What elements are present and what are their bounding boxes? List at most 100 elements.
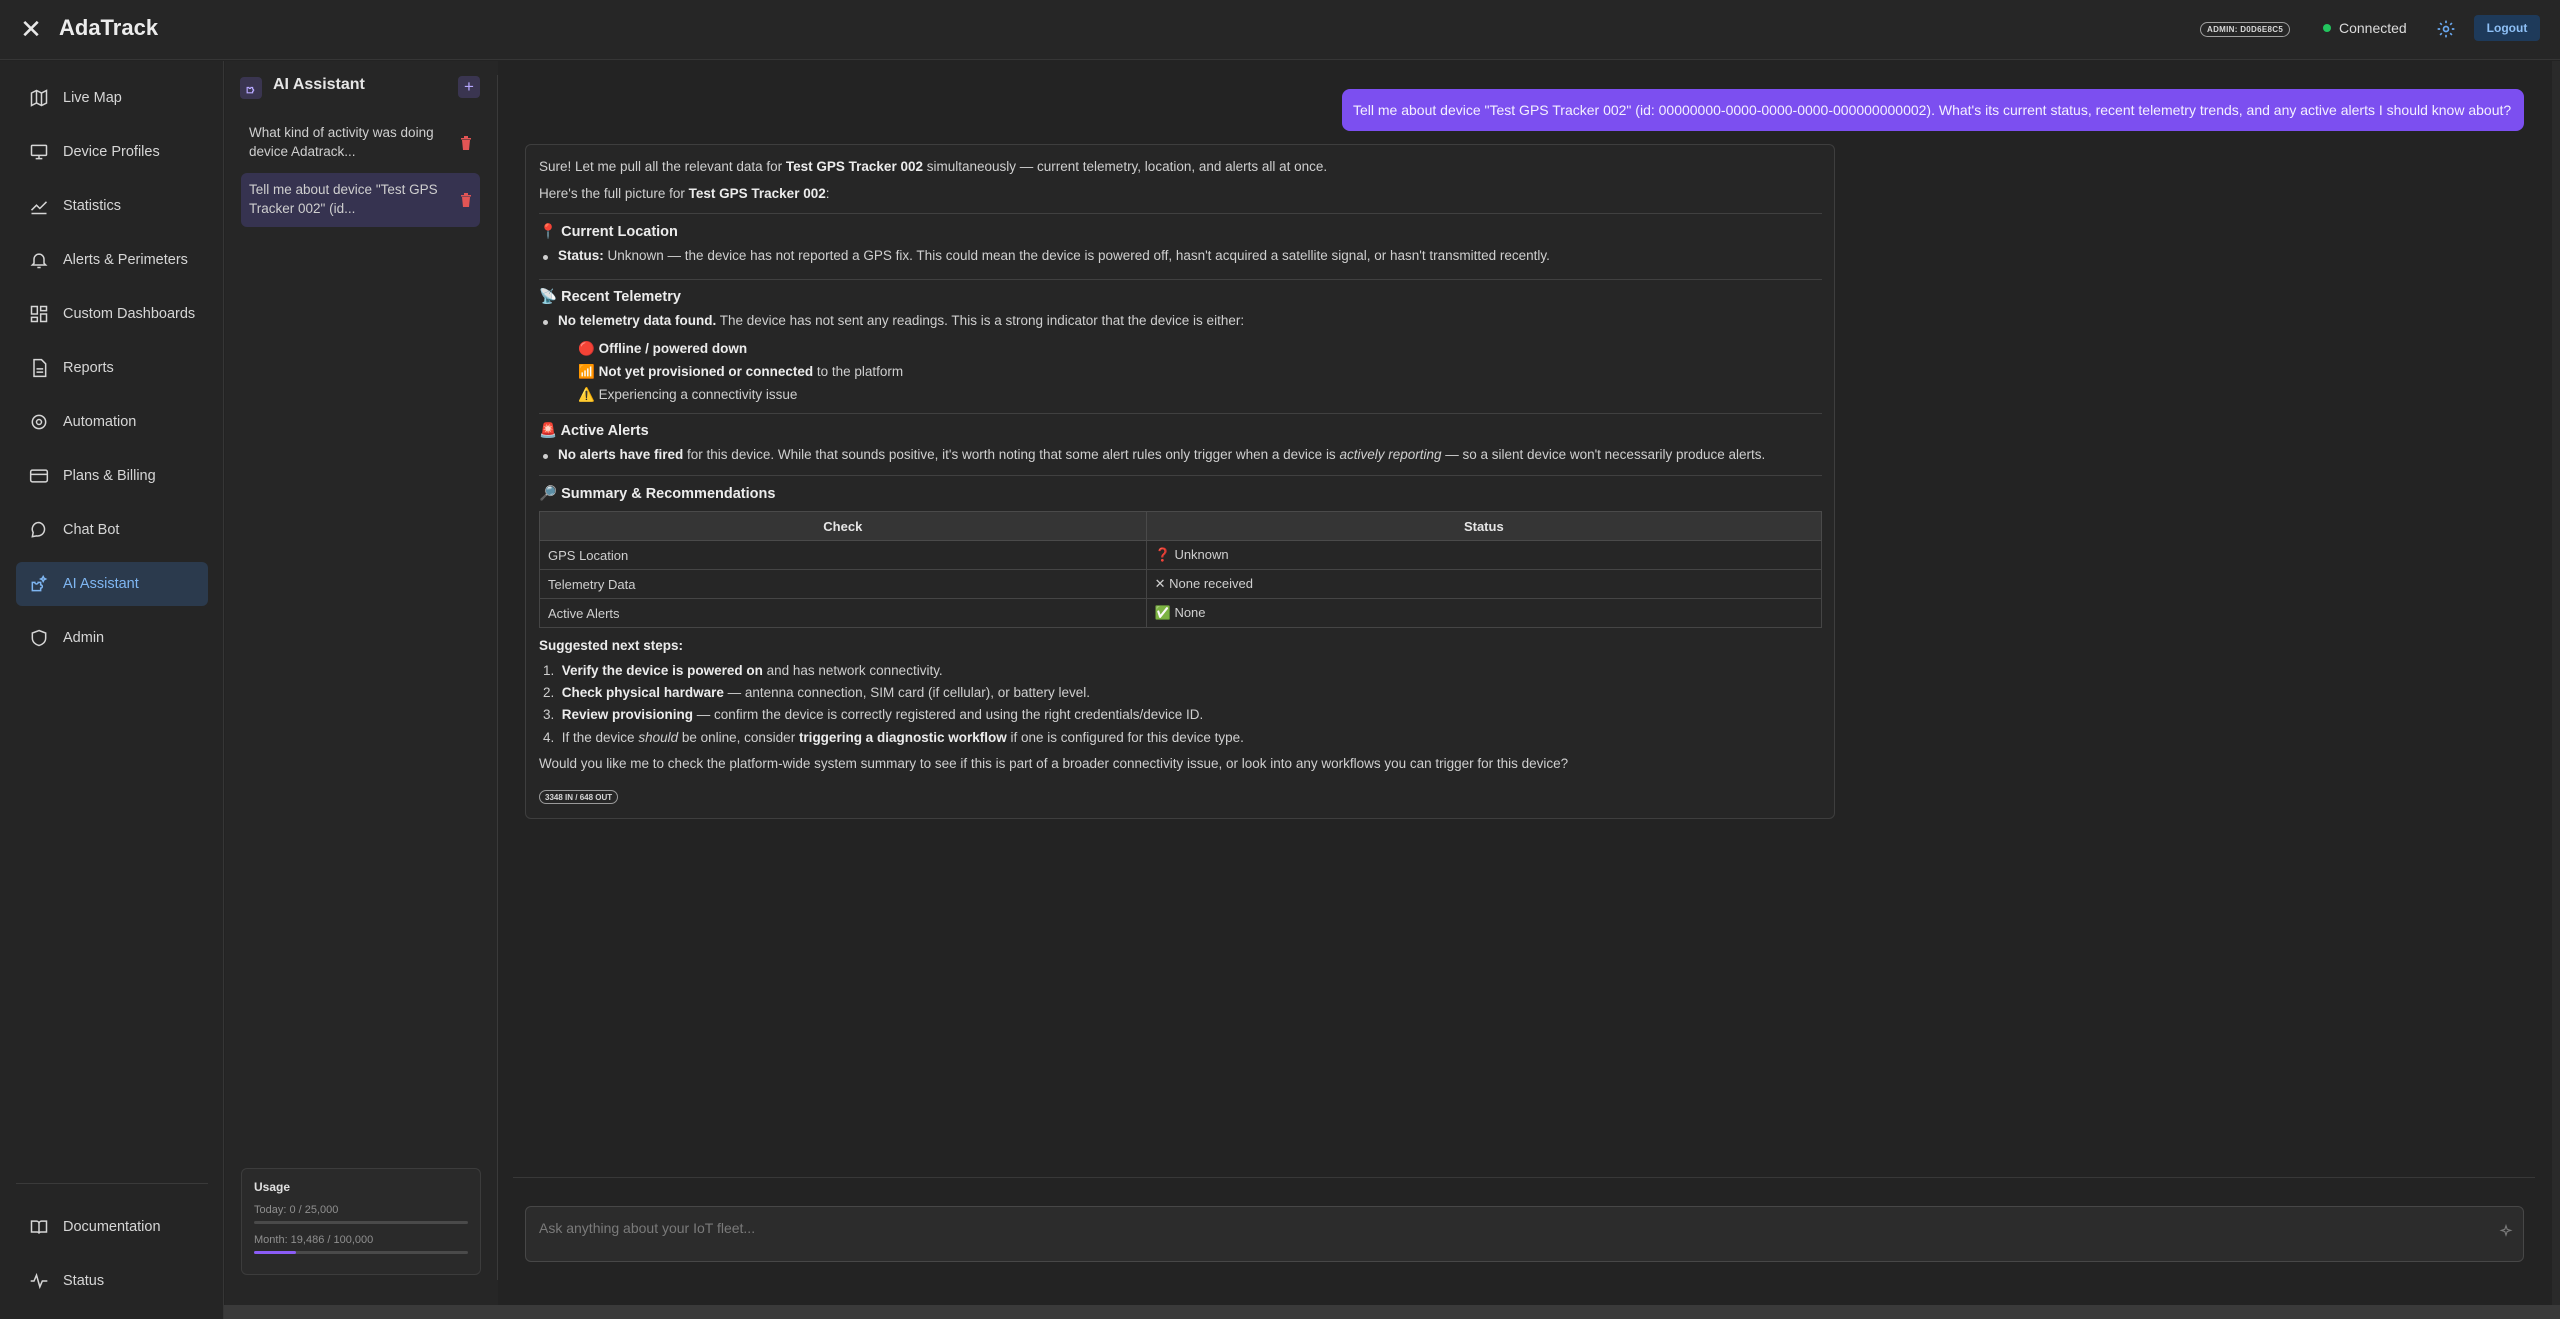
usage-month: Month: 19,486 / 100,000 bbox=[254, 1234, 374, 1246]
top-bar: ✕ AdaTrack ADMIN: D0D6E8C5 Connected Log… bbox=[0, 0, 2560, 60]
composer-divider bbox=[513, 1177, 2535, 1178]
usage-month-fill bbox=[254, 1251, 296, 1254]
document-icon bbox=[33, 358, 47, 378]
nav-item-reports[interactable]: Reports bbox=[16, 346, 208, 390]
table-header: Status bbox=[1145, 511, 1823, 541]
sparkle-send-icon[interactable] bbox=[2499, 1224, 2513, 1238]
nav-item-admin[interactable]: Admin bbox=[16, 616, 208, 660]
nav-label: Automation bbox=[63, 414, 137, 430]
reply-intro-1: Sure! Let me pull all the relevant data … bbox=[539, 159, 1328, 174]
nav-item-documentation[interactable]: Documentation bbox=[16, 1205, 208, 1249]
sidebar-nav: Live Map Device Profiles Statistics Aler… bbox=[0, 61, 224, 1319]
connection-status: Connected bbox=[2323, 20, 2407, 36]
nav-item-plans-billing[interactable]: Plans & Billing bbox=[16, 454, 208, 498]
conversation-item-active[interactable]: Tell me about device "Test GPS Tracker 0… bbox=[241, 173, 480, 227]
table-cell: ✅ None bbox=[1145, 598, 1823, 628]
conversation-title-line: What kind of activity was doing bbox=[249, 125, 434, 140]
token-count-badge: 3348 IN / 648 OUT bbox=[539, 790, 619, 804]
trend-chart-icon bbox=[30, 201, 48, 215]
usage-panel: Usage Today: 0 / 25,000 Month: 19,486 / … bbox=[241, 1168, 481, 1275]
ai-sparkle-icon bbox=[240, 77, 262, 99]
trash-icon[interactable] bbox=[460, 193, 472, 207]
nav-label: Status bbox=[63, 1273, 105, 1289]
settings-gear-icon[interactable] bbox=[2436, 19, 2456, 39]
nav-divider bbox=[16, 1183, 208, 1184]
conversation-item[interactable]: What kind of activity was doing device A… bbox=[241, 116, 480, 170]
usage-today-bar bbox=[254, 1221, 468, 1224]
bullet bbox=[543, 320, 548, 325]
logout-button[interactable]: Logout bbox=[2474, 15, 2540, 41]
map-icon bbox=[30, 89, 48, 107]
nav-label: Reports bbox=[63, 360, 114, 376]
nav-item-chat-bot[interactable]: Chat Bot bbox=[16, 508, 208, 552]
new-chat-button[interactable]: + bbox=[458, 76, 480, 98]
table-cell: Telemetry Data bbox=[539, 569, 1147, 599]
location-status-text: Status: Unknown — the device has not rep… bbox=[558, 248, 1550, 263]
table-row: GPS Location ❓ Unknown bbox=[539, 540, 1823, 570]
telemetry-sub-2: 📶 Not yet provisioned or connected to th… bbox=[578, 364, 904, 380]
close-icon[interactable]: ✕ bbox=[18, 16, 44, 42]
telemetry-sub-1: 🔴 Offline / powered down bbox=[578, 341, 748, 357]
panel-divider bbox=[497, 75, 498, 1280]
assistant-message-card: Sure! Let me pull all the relevant data … bbox=[525, 144, 1835, 819]
nav-item-device-profiles[interactable]: Device Profiles bbox=[16, 130, 208, 174]
bullet bbox=[543, 454, 548, 459]
table-cell: Active Alerts bbox=[539, 598, 1147, 628]
siren-icon: 🚨 bbox=[539, 423, 558, 439]
dashboard-grid-icon bbox=[30, 305, 48, 323]
divider bbox=[539, 279, 1822, 280]
red-circle-icon: 🔴 bbox=[578, 341, 595, 357]
nav-item-automation[interactable]: Automation bbox=[16, 400, 208, 444]
nav-item-statistics[interactable]: Statistics bbox=[16, 184, 208, 228]
horizontal-scrollbar[interactable] bbox=[224, 1305, 2560, 1319]
nav-item-ai-assistant[interactable]: AI Assistant bbox=[16, 562, 208, 606]
gear-cog-icon bbox=[31, 414, 47, 430]
section-heading-summary: 🔎 Summary & Recommendations bbox=[539, 486, 776, 502]
nav-label: Documentation bbox=[63, 1219, 161, 1235]
pin-icon: 📍 bbox=[539, 224, 558, 240]
telemetry-sub-3: ⚠️ Experiencing a connectivity issue bbox=[578, 387, 798, 403]
conversation-panel-title: AI Assistant bbox=[273, 76, 365, 93]
table-header: Check bbox=[539, 511, 1147, 541]
user-message-bubble: Tell me about device "Test GPS Tracker 0… bbox=[1342, 89, 2524, 131]
conversation-title-line: Tell me about device "Test GPS bbox=[249, 182, 438, 197]
section-heading-alerts: 🚨 Active Alerts bbox=[539, 423, 649, 439]
nav-label: Custom Dashboards bbox=[63, 306, 196, 322]
table-header-row: Check Status bbox=[539, 511, 1823, 541]
trash-icon[interactable] bbox=[460, 136, 472, 150]
bell-icon bbox=[30, 253, 48, 269]
nav-item-custom-dashboards[interactable]: Custom Dashboards bbox=[16, 292, 208, 336]
nav-item-alerts-perimeters[interactable]: Alerts & Perimeters bbox=[16, 238, 208, 282]
step-4: 4. If the device should be online, consi… bbox=[543, 730, 1244, 745]
conversation-title-line: device Adatrack... bbox=[249, 144, 356, 159]
activity-pulse-icon bbox=[30, 1272, 48, 1290]
table-cell: ❓ Unknown bbox=[1145, 540, 1823, 570]
book-icon bbox=[30, 1220, 48, 1234]
credit-card-icon bbox=[29, 469, 49, 483]
vertical-scrollbar[interactable] bbox=[2552, 61, 2560, 1305]
nav-label: Plans & Billing bbox=[63, 468, 156, 484]
bullet bbox=[543, 255, 548, 260]
closing-question: Would you like me to check the platform-… bbox=[539, 756, 1569, 771]
alerts-text: No alerts have fired for this device. Wh… bbox=[558, 447, 1766, 462]
admin-badge: ADMIN: D0D6E8C5 bbox=[2200, 22, 2291, 37]
nav-item-live-map[interactable]: Live Map bbox=[16, 76, 208, 120]
table-cell: ✕ None received bbox=[1145, 569, 1823, 599]
magnifier-icon: 🔎 bbox=[539, 486, 558, 502]
satellite-icon: 📡 bbox=[539, 289, 558, 305]
step-3: 3. Review provisioning — confirm the dev… bbox=[543, 707, 1204, 722]
bot-icon bbox=[31, 521, 46, 538]
status-dot-icon bbox=[2323, 24, 2331, 32]
step-1: 1. Verify the device is powered on and h… bbox=[543, 663, 943, 678]
chat-input[interactable] bbox=[539, 1217, 2439, 1239]
nav-label: AI Assistant bbox=[63, 576, 139, 592]
conversation-panel bbox=[225, 61, 498, 1319]
nav-label: Admin bbox=[63, 630, 105, 646]
usage-today: Today: 0 / 25,000 bbox=[254, 1204, 339, 1216]
divider bbox=[539, 413, 1822, 414]
chat-composer[interactable] bbox=[525, 1206, 2524, 1262]
reply-intro-2: Here's the full picture for Test GPS Tra… bbox=[539, 186, 830, 201]
nav-item-status[interactable]: Status bbox=[16, 1259, 208, 1303]
nav-label: Statistics bbox=[63, 198, 122, 214]
table-cell: GPS Location bbox=[539, 540, 1147, 570]
